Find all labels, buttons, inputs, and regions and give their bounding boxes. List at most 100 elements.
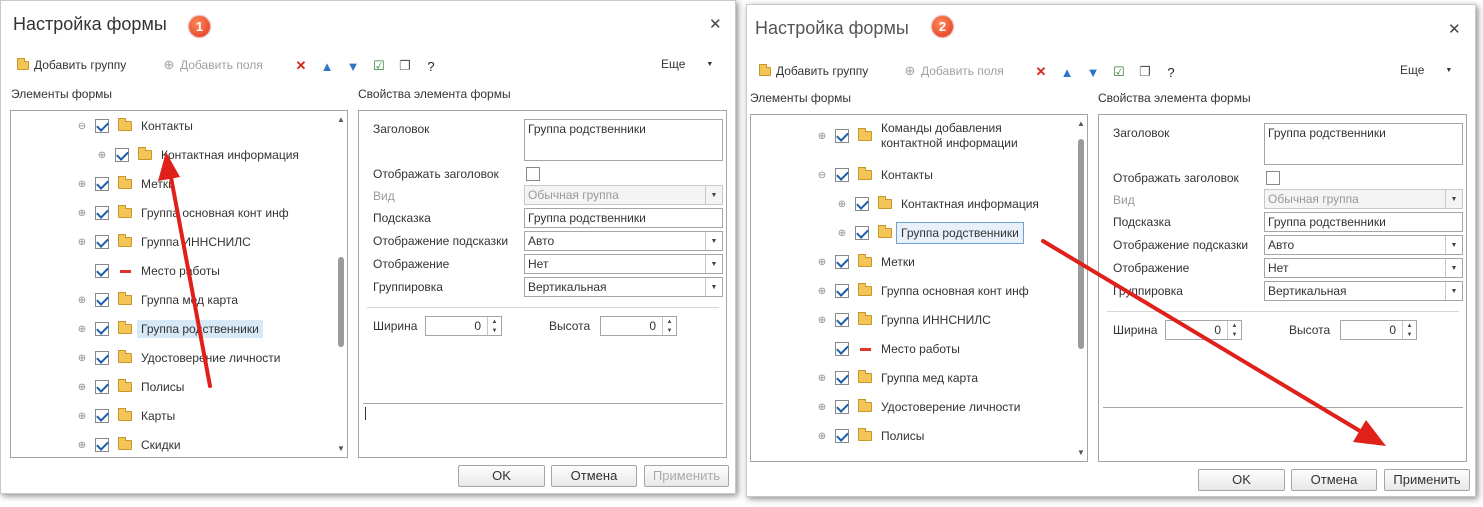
expand-icon[interactable]: ⊕: [77, 353, 87, 364]
spin-icon[interactable]: ▲ ▼: [487, 317, 501, 335]
tree-row[interactable]: ⊕ Удостоверение личности: [77, 347, 280, 369]
move-down-icon[interactable]: ▼: [1085, 64, 1101, 80]
height-input[interactable]: 0 ▲ ▼: [600, 316, 677, 336]
tree-row[interactable]: ⊖ Контакты: [817, 164, 933, 186]
expand-icon[interactable]: ⊕: [77, 411, 87, 422]
visibility-checkbox[interactable]: [115, 148, 129, 162]
visibility-checkbox[interactable]: [835, 400, 849, 414]
tree-row[interactable]: ⊕ Скидки: [77, 434, 181, 456]
grouping-select[interactable]: Вертикальная ▼: [1264, 281, 1463, 301]
apply-button[interactable]: Применить: [1384, 469, 1470, 491]
form-elements-tree[interactable]: ⊖ Контакты ⊕ Контактная информация ⊕ Метки ⊕ Гр…: [10, 110, 348, 458]
hint-display-select[interactable]: Авто ▼: [1264, 235, 1463, 255]
visibility-checkbox[interactable]: [835, 129, 849, 143]
expand-icon[interactable]: ⊕: [817, 315, 827, 326]
tree-row[interactable]: ⊖ Контакты: [77, 115, 193, 137]
expand-icon[interactable]: ⊕: [77, 324, 87, 335]
visibility-checkbox[interactable]: [95, 206, 109, 220]
spin-icon[interactable]: ▲ ▼: [1227, 321, 1241, 339]
help-icon[interactable]: ?: [423, 58, 439, 74]
ok-button[interactable]: OK: [458, 465, 545, 487]
add-group-button[interactable]: Добавить группу: [15, 57, 126, 73]
tree-row[interactable]: ⊕ Группа родственники: [837, 222, 1024, 244]
spin-icon[interactable]: ▲ ▼: [1402, 321, 1416, 339]
visibility-checkbox[interactable]: [95, 322, 109, 336]
visibility-checkbox[interactable]: [95, 438, 109, 452]
chevron-down-icon[interactable]: ▼: [1445, 282, 1462, 300]
tree-row[interactable]: ⊕ Группа мед карта: [77, 289, 238, 311]
cancel-button[interactable]: Отмена: [551, 465, 637, 487]
visibility-checkbox[interactable]: [835, 429, 849, 443]
visibility-checkbox[interactable]: [95, 409, 109, 423]
expand-icon[interactable]: ⊕: [817, 286, 827, 297]
title-input[interactable]: Группа родственники: [524, 119, 723, 161]
scroll-down-icon[interactable]: ▼: [1077, 448, 1085, 457]
expand-icon[interactable]: ⊕: [77, 208, 87, 219]
check-all-icon[interactable]: ☑: [1111, 64, 1127, 80]
ok-button[interactable]: OK: [1198, 469, 1285, 491]
expand-icon[interactable]: ⊕: [837, 199, 847, 210]
display-select[interactable]: Нет ▼: [1264, 258, 1463, 278]
expand-icon[interactable]: ⊕: [77, 179, 87, 190]
collapse-icon[interactable]: ⊖: [77, 121, 87, 132]
uncheck-all-icon[interactable]: ❐: [397, 58, 413, 74]
hint-display-select[interactable]: Авто ▼: [524, 231, 723, 251]
scroll-up-icon[interactable]: ▲: [1077, 119, 1085, 128]
width-input[interactable]: 0 ▲ ▼: [425, 316, 502, 336]
tree-row[interactable]: ⊕ Группа основная конт инф: [817, 280, 1029, 302]
collapse-icon[interactable]: ⊖: [817, 170, 827, 181]
visibility-checkbox[interactable]: [835, 284, 849, 298]
tree-row[interactable]: ⊕ Группа родственники: [77, 318, 263, 340]
add-group-button[interactable]: Добавить группу: [757, 63, 868, 79]
chevron-down-icon[interactable]: ▼: [1445, 259, 1462, 277]
expand-icon[interactable]: ⊕: [77, 382, 87, 393]
delete-icon[interactable]: ✕: [1033, 64, 1049, 80]
expand-icon[interactable]: ⊕: [817, 257, 827, 268]
tree-scrollbar[interactable]: ▲ ▼: [336, 113, 346, 455]
scrollbar-thumb[interactable]: [338, 257, 344, 347]
expand-icon[interactable]: ⊕: [817, 402, 827, 413]
expand-icon[interactable]: ⊕: [77, 440, 87, 451]
chevron-down-icon[interactable]: ▼: [705, 278, 722, 296]
width-input[interactable]: 0 ▲ ▼: [1165, 320, 1242, 340]
move-up-icon[interactable]: ▲: [319, 58, 335, 74]
help-icon[interactable]: ?: [1163, 64, 1179, 80]
show-title-checkbox[interactable]: [526, 167, 540, 181]
tree-row[interactable]: ⊕ Карты: [77, 405, 175, 427]
tree-row[interactable]: ⊕ Полисы: [77, 376, 184, 398]
add-fields-button[interactable]: ⊕ Добавить поля: [902, 63, 1004, 79]
form-elements-tree[interactable]: ⊕ Команды добавления контактной информации…: [750, 114, 1088, 462]
add-fields-button[interactable]: ⊕ Добавить поля: [161, 57, 263, 73]
move-down-icon[interactable]: ▼: [345, 58, 361, 74]
chevron-down-icon[interactable]: ▼: [705, 232, 722, 250]
visibility-checkbox[interactable]: [835, 313, 849, 327]
more-button[interactable]: Еще ▼: [661, 57, 713, 71]
visibility-checkbox[interactable]: [95, 351, 109, 365]
tree-row[interactable]: ⊕ Группа основная конт инф: [77, 202, 289, 224]
close-icon[interactable]: ✕: [1448, 20, 1461, 38]
tree-row[interactable]: ⊕ Группа ИННСНИЛС: [77, 231, 251, 253]
chevron-down-icon[interactable]: ▼: [1445, 236, 1462, 254]
chevron-down-icon[interactable]: ▼: [705, 255, 722, 273]
visibility-checkbox[interactable]: [835, 168, 849, 182]
expand-icon[interactable]: ⊕: [837, 228, 847, 239]
check-all-icon[interactable]: ☑: [371, 58, 387, 74]
visibility-checkbox[interactable]: [835, 342, 849, 356]
move-up-icon[interactable]: ▲: [1059, 64, 1075, 80]
visibility-checkbox[interactable]: [835, 255, 849, 269]
expand-icon[interactable]: ⊕: [77, 295, 87, 306]
tree-row[interactable]: ⊕ Метки: [817, 251, 915, 273]
show-title-checkbox[interactable]: [1266, 171, 1280, 185]
expand-icon[interactable]: ⊕: [77, 237, 87, 248]
height-input[interactable]: 0 ▲ ▼: [1340, 320, 1417, 340]
cancel-button[interactable]: Отмена: [1291, 469, 1377, 491]
expand-icon[interactable]: ⊕: [817, 131, 827, 142]
expand-icon[interactable]: ⊕: [817, 373, 827, 384]
tree-row[interactable]: ⊕ Контактная информация: [837, 193, 1039, 215]
visibility-checkbox[interactable]: [95, 235, 109, 249]
more-button[interactable]: Еще ▼: [1400, 63, 1452, 77]
visibility-checkbox[interactable]: [95, 380, 109, 394]
visibility-checkbox[interactable]: [95, 177, 109, 191]
scrollbar-thumb[interactable]: [1078, 139, 1084, 349]
tree-row[interactable]: ⊕ Удостоверение личности: [817, 396, 1020, 418]
